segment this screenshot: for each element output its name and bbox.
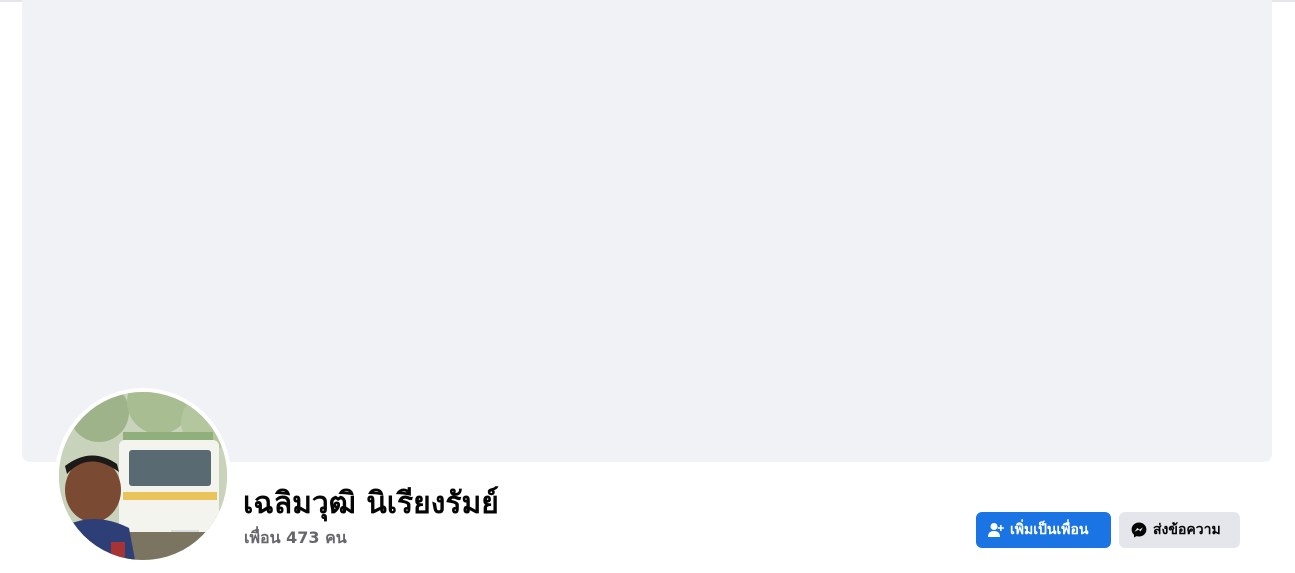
add-person-icon	[988, 522, 1004, 538]
profile-picture-frame[interactable]	[55, 388, 231, 564]
friend-count[interactable]: เพื่อน 473 คน	[244, 527, 347, 549]
profile-picture[interactable]	[59, 392, 227, 560]
profile-photo-image	[59, 392, 227, 560]
send-message-button[interactable]: ส่งข้อความ	[1119, 512, 1240, 548]
profile-name: เฉลิมวุฒิ นิเรียงรัมย์	[243, 486, 499, 521]
cover-photo[interactable]	[22, 0, 1272, 462]
add-friend-button[interactable]: เพิ่มเป็นเพื่อน	[976, 512, 1111, 548]
messenger-icon	[1131, 522, 1147, 538]
add-friend-label: เพิ่มเป็นเพื่อน	[1010, 522, 1089, 538]
profile-page: เฉลิมวุฒิ นิเรียงรัมย์ เพื่อน 473 คน เพิ…	[0, 0, 1295, 573]
send-message-label: ส่งข้อความ	[1153, 522, 1221, 538]
